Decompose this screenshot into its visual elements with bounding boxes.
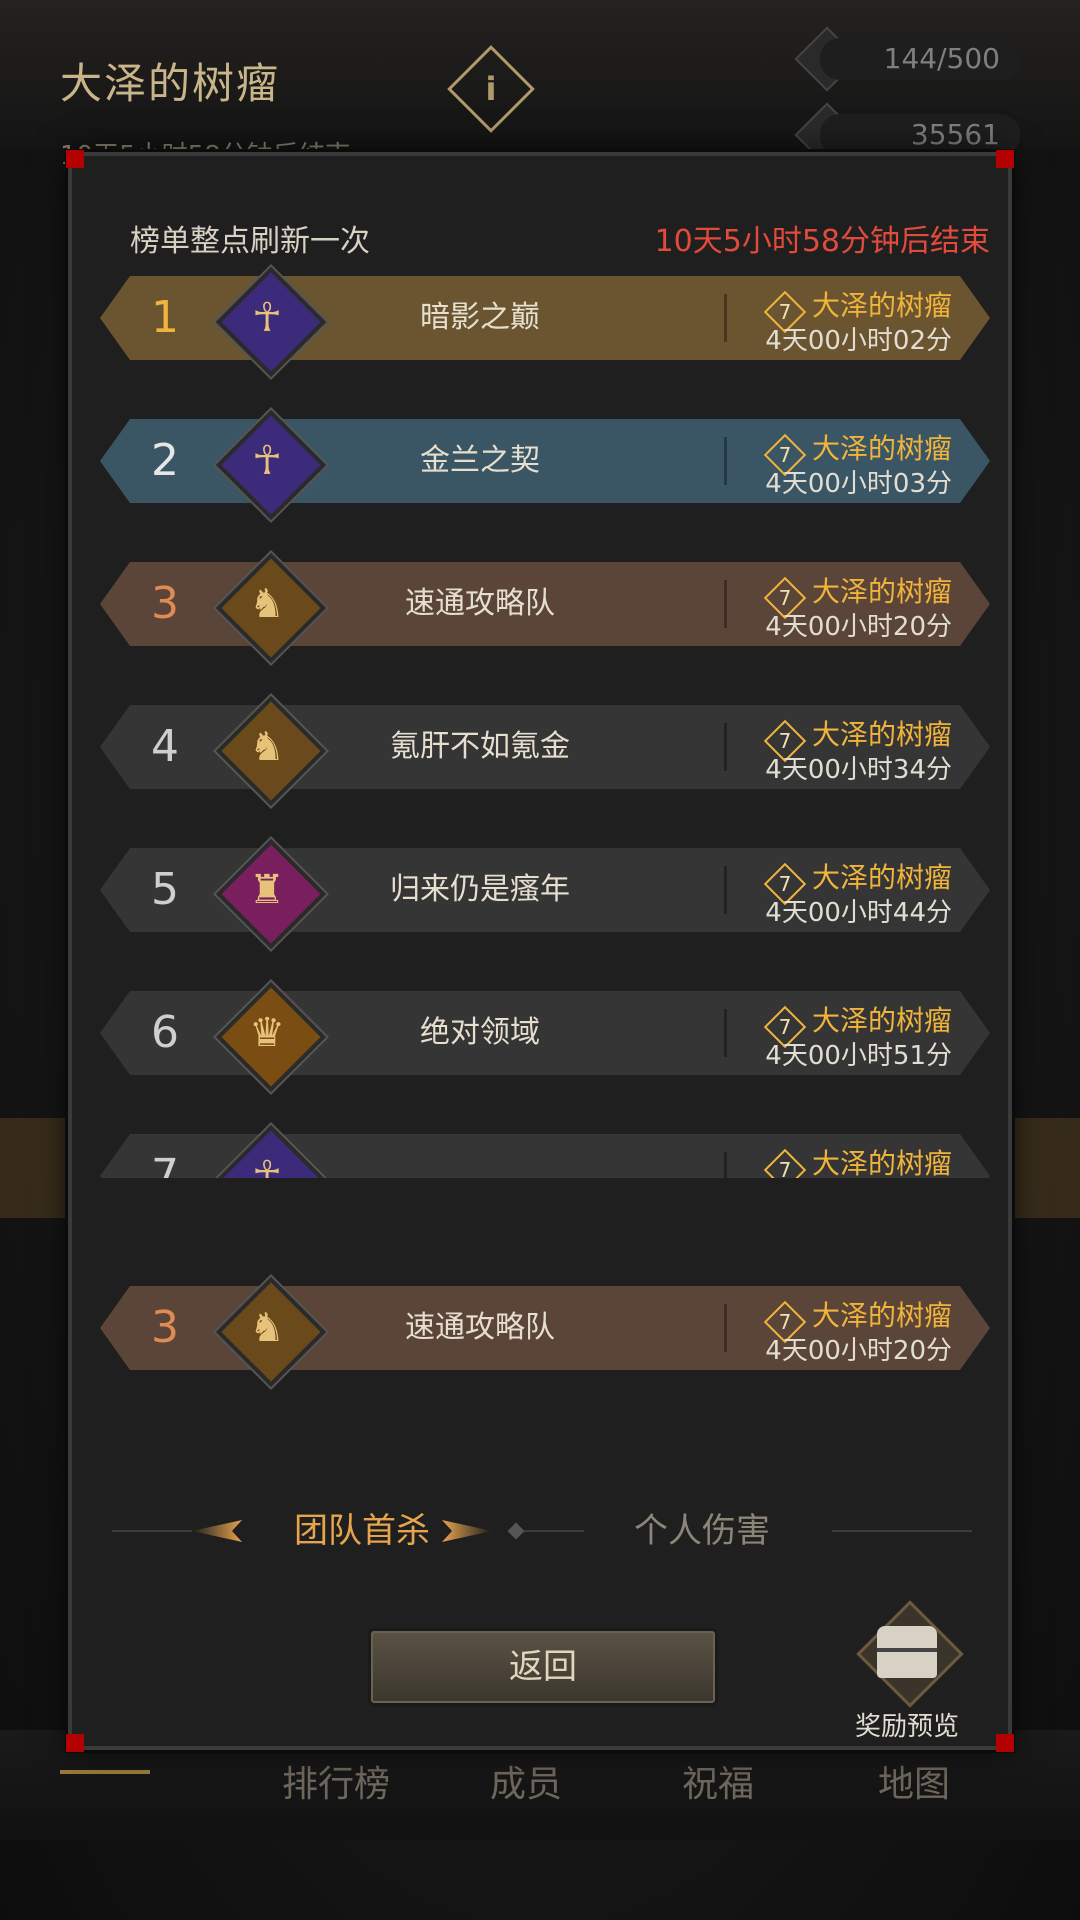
- nav-map[interactable]: 地图: [878, 1755, 950, 1807]
- team-emblem-icon: ☥: [252, 438, 282, 484]
- corner-ornament: [66, 150, 84, 168]
- team-name: [330, 1134, 630, 1178]
- level-icon: 7: [763, 1148, 807, 1178]
- my-team-row[interactable]: 3 ♞ 速通攻略队 7 大泽的树瘤 4天00小时20分: [100, 1276, 990, 1388]
- rank-number: 7: [151, 1150, 179, 1178]
- divider: [724, 437, 727, 485]
- team-badge: ☥: [215, 1124, 327, 1178]
- team-emblem-icon: ☥: [252, 295, 282, 341]
- divider: [112, 1530, 192, 1532]
- team-badge: ♞: [215, 1276, 327, 1388]
- divider: [724, 1304, 727, 1352]
- boss-label: 7 大泽的树瘤: [763, 856, 952, 906]
- team-badge: ☥: [215, 266, 327, 378]
- team-emblem-icon: ☥: [252, 1153, 282, 1178]
- boss-label: 7 大泽的树瘤: [763, 1142, 952, 1178]
- reward-preview-label: 奖励预览: [854, 1712, 959, 1742]
- rank-number: 4: [151, 721, 179, 772]
- chest-icon: [877, 1626, 937, 1678]
- corner-ornament: [996, 1734, 1014, 1752]
- divider: [724, 866, 727, 914]
- event-countdown: 10天5小时58分钟后结束: [654, 224, 990, 259]
- team-emblem-icon: ♜: [249, 867, 285, 913]
- rank-number: 2: [151, 435, 179, 486]
- ranking-row[interactable]: 1 ☥ 暗影之巅 7 大泽的树瘤 4天00小时02分: [100, 266, 990, 378]
- ranking-dialog: 榜单整点刷新一次 10天5小时58分钟后结束 1 ☥ 暗影之巅 7 大泽的树瘤 4…: [66, 150, 1014, 1752]
- team-badge: ♜: [215, 838, 327, 950]
- team-badge: ♞: [215, 552, 327, 664]
- boss-label: 7 大泽的树瘤: [763, 284, 952, 334]
- divider: [724, 580, 727, 628]
- ranking-row[interactable]: 3 ♞ 速通攻略队 7 大泽的树瘤 4天00小时20分: [100, 552, 990, 664]
- team-emblem-icon: ♛: [249, 1010, 285, 1056]
- refresh-note: 榜单整点刷新一次: [130, 224, 370, 259]
- page-title: 大泽的树瘤: [60, 59, 281, 108]
- ranking-row[interactable]: 7 ☥ 7 大泽的树瘤: [100, 1124, 990, 1178]
- ranking-list[interactable]: 1 ☥ 暗影之巅 7 大泽的树瘤 4天00小时02分 2 ☥ 金兰之契 7 大泽的树…: [72, 256, 1016, 1178]
- ranking-row[interactable]: 6 ♛ 绝对领域 7 大泽的树瘤 4天00小时51分: [100, 981, 990, 1093]
- team-emblem-icon: ♞: [249, 724, 285, 770]
- reward-preview-button[interactable]: 奖励预览: [842, 1600, 972, 1746]
- team-name: 速通攻略队: [405, 1310, 555, 1345]
- boss-label: 7 大泽的树瘤: [763, 999, 952, 1049]
- team-name: 氪肝不如氪金: [390, 729, 570, 764]
- team-name: 暗影之巅: [420, 300, 540, 335]
- nav-blessing[interactable]: 祝福: [682, 1755, 754, 1807]
- clear-time: 4天00小时20分: [765, 1336, 952, 1366]
- divider: [724, 1152, 727, 1178]
- rank-number: 6: [151, 1007, 179, 1058]
- rank-number: 5: [151, 864, 179, 915]
- divider: [832, 1530, 972, 1532]
- divider: [724, 1009, 727, 1057]
- rank-number: 1: [151, 292, 179, 343]
- tab-bar: 团队首杀 个人伤害: [112, 1506, 972, 1556]
- clear-time: 4天00小时51分: [765, 1041, 952, 1071]
- nav-members[interactable]: 成员: [490, 1755, 562, 1807]
- boss-label: 7 大泽的树瘤: [763, 570, 952, 620]
- clear-time: 4天00小时02分: [765, 326, 952, 356]
- boss-label: 7 大泽的树瘤: [763, 427, 952, 477]
- ranking-row[interactable]: 2 ☥ 金兰之契 7 大泽的树瘤 4天00小时03分: [100, 409, 990, 521]
- rank-number: 3: [151, 1302, 179, 1353]
- clear-time: 4天00小时03分: [765, 469, 952, 499]
- boss-label: 7 大泽的树瘤: [763, 1294, 952, 1344]
- team-emblem-icon: ♞: [249, 581, 285, 627]
- team-badge: ☥: [215, 409, 327, 521]
- gold-counter: 35561: [820, 114, 1020, 156]
- stamina-counter: 144/500: [820, 38, 1020, 80]
- nav-arrow-icon: [60, 1770, 150, 1774]
- divider: [524, 1530, 584, 1532]
- team-name: 速通攻略队: [405, 586, 555, 621]
- unicorn-icon: ♞: [249, 1305, 285, 1351]
- corner-ornament: [996, 150, 1014, 168]
- team-badge: ♛: [215, 981, 327, 1093]
- info-icon: i: [485, 70, 497, 108]
- corner-ornament: [66, 1734, 84, 1752]
- ranking-row[interactable]: 4 ♞ 氪肝不如氪金 7 大泽的树瘤 4天00小时34分: [100, 695, 990, 807]
- tab-personal-damage[interactable]: 个人伤害: [582, 1506, 822, 1556]
- nav-ranking[interactable]: 排行榜: [282, 1755, 390, 1807]
- divider: [724, 294, 727, 342]
- team-badge: ♞: [215, 695, 327, 807]
- clear-time: 4天00小时44分: [765, 898, 952, 928]
- clear-time: 4天00小时34分: [765, 755, 952, 785]
- divider: [724, 723, 727, 771]
- team-name: 归来仍是瘙年: [390, 872, 570, 907]
- team-name: 绝对领域: [420, 1015, 540, 1050]
- ranking-row[interactable]: 5 ♜ 归来仍是瘙年 7 大泽的树瘤 4天00小时44分: [100, 838, 990, 950]
- boss-label: 7 大泽的树瘤: [763, 713, 952, 763]
- team-name: 金兰之契: [420, 443, 540, 478]
- rank-number: 3: [151, 578, 179, 629]
- clear-time: 4天00小时20分: [765, 612, 952, 642]
- back-button[interactable]: 返回: [368, 1628, 718, 1706]
